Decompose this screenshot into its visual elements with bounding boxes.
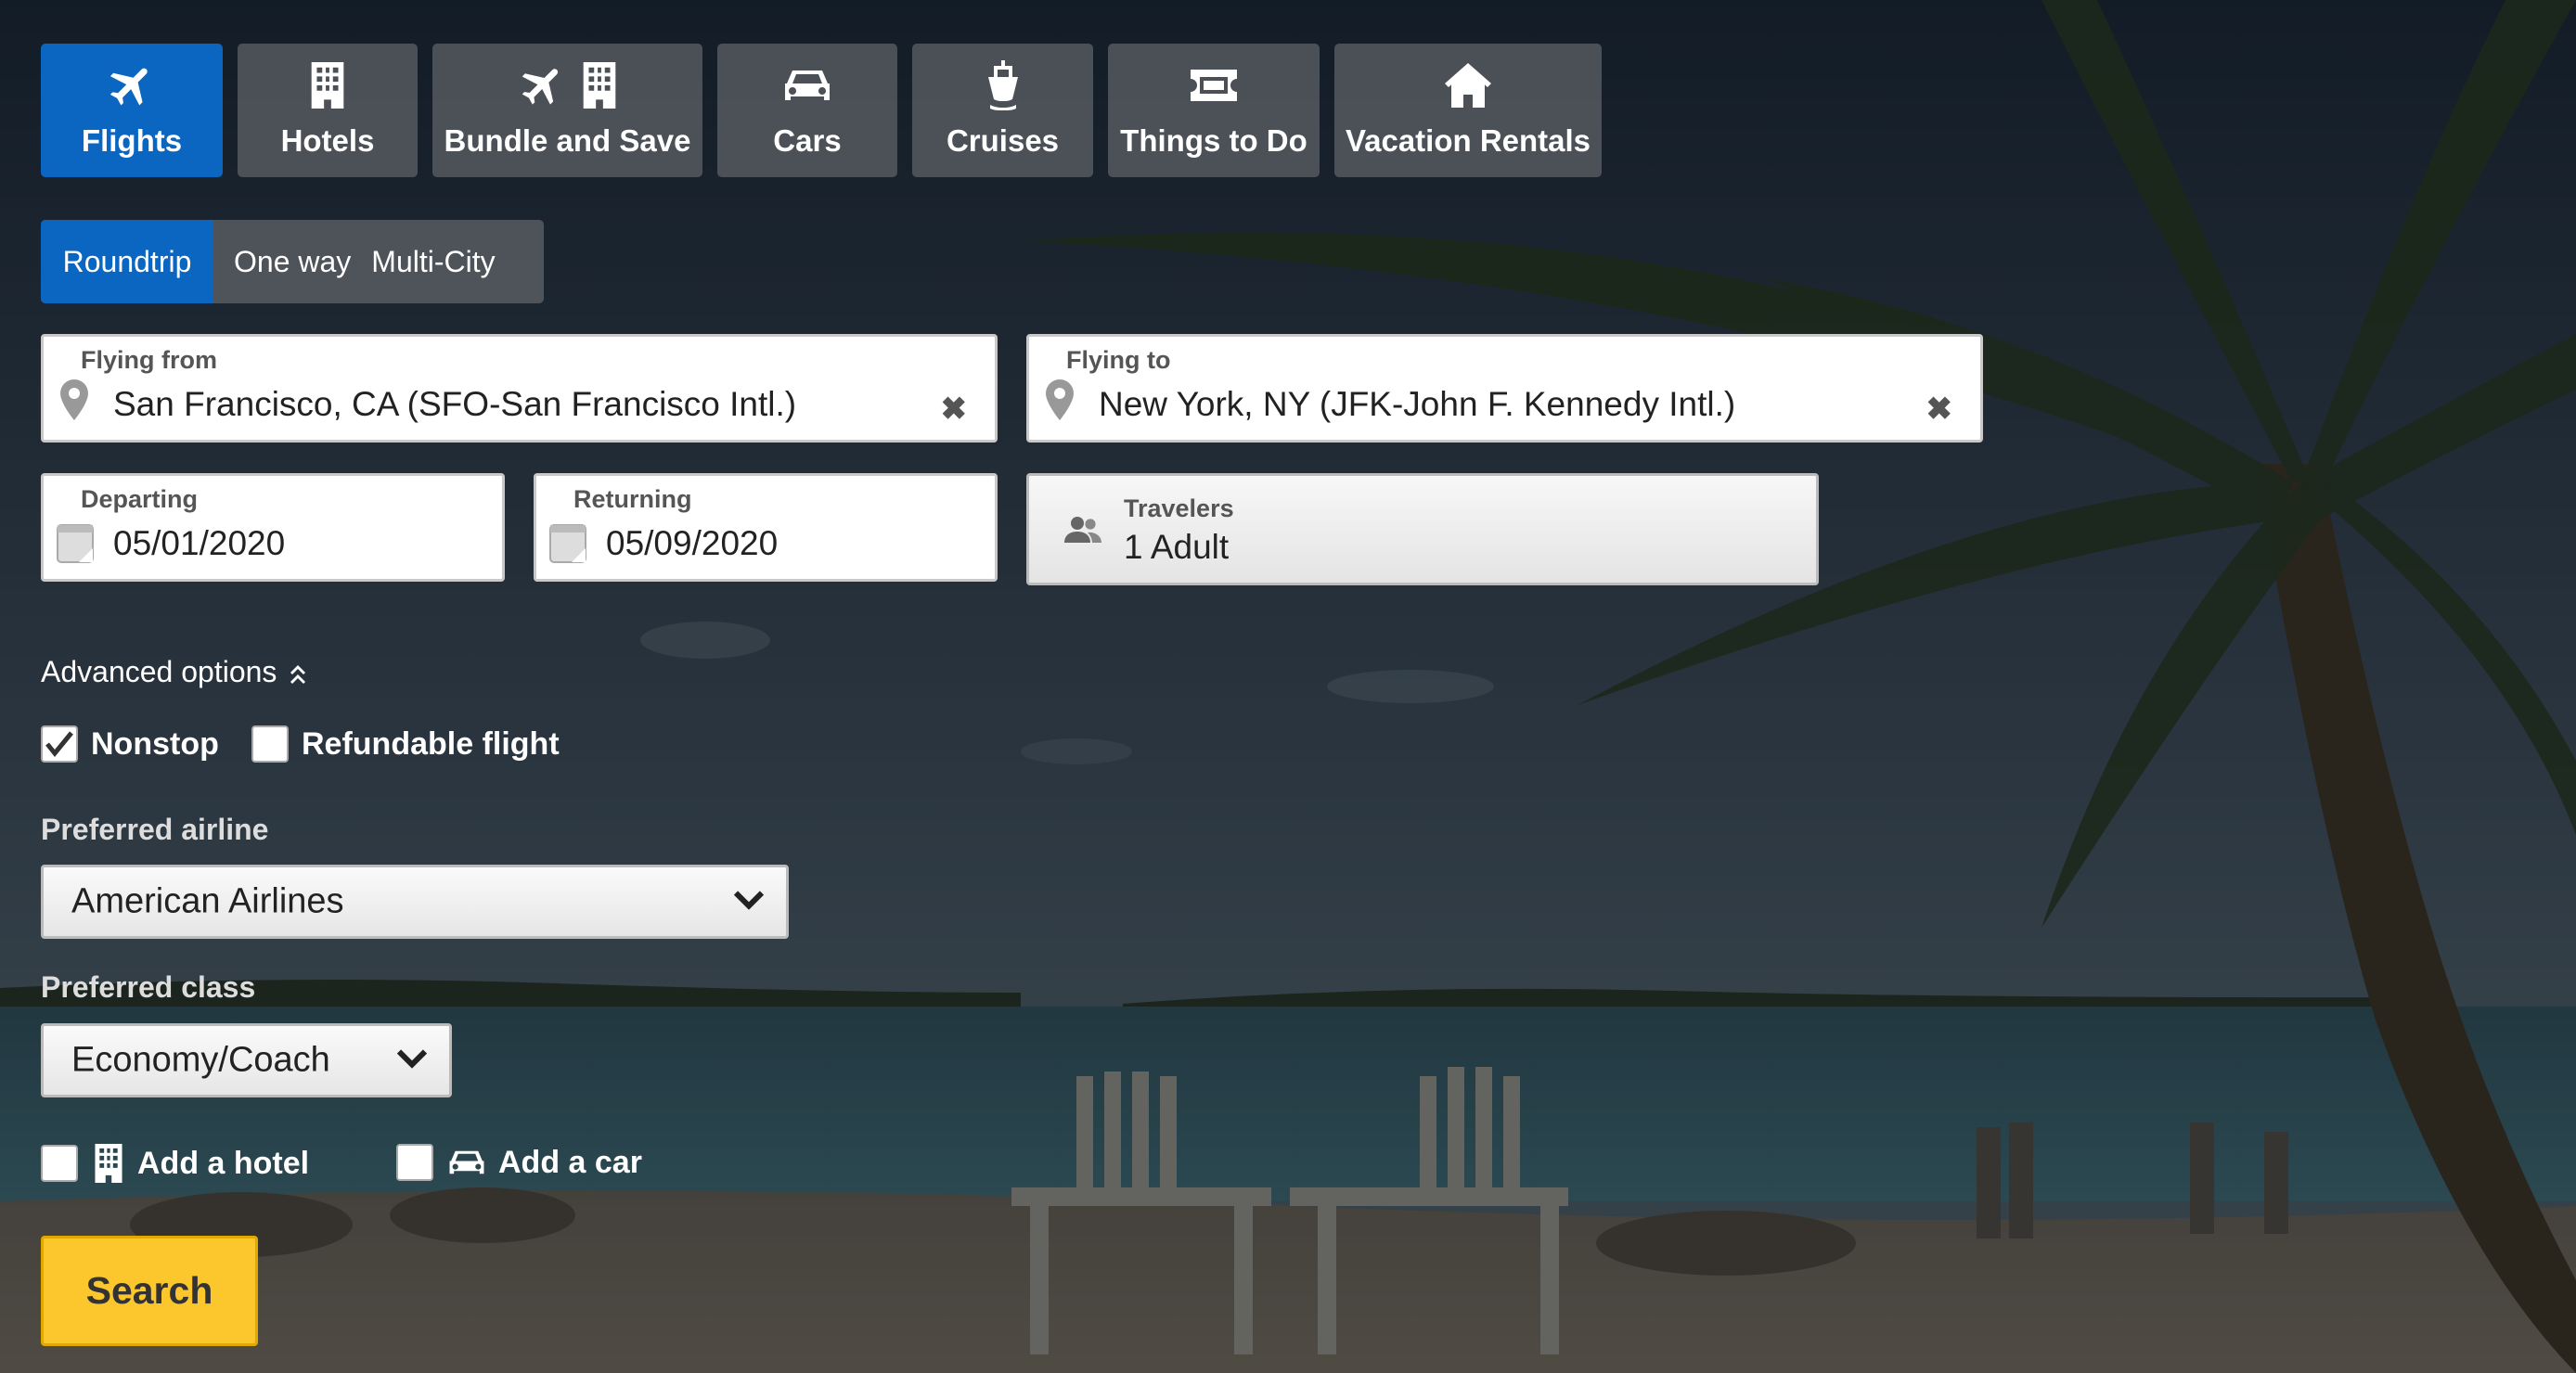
trip-type-one-way[interactable]: One way [213,220,371,303]
travelers-selector[interactable]: Travelers 1 Adult [1026,473,1819,585]
returning-label: Returning [573,485,692,513]
preferred-airline-label: Preferred airline [41,813,269,846]
tab-hotels[interactable]: Hotels [238,44,418,177]
travelers-icon [1064,515,1101,549]
tab-label: Flights [81,123,183,158]
preferred-class-select[interactable]: Economy/Coach [41,1023,452,1097]
preferred-airline-select[interactable]: American Airlines [41,865,789,939]
checkmark-icon [45,731,73,757]
car-icon [783,58,831,112]
add-car-label: Add a car [498,1144,642,1180]
preferred-class-value: Economy/Coach [71,1040,330,1080]
flying-to-label: Flying to [1066,346,1171,374]
map-pin-icon [60,379,88,425]
tab-label: Things to Do [1120,123,1307,158]
calendar-icon [549,524,586,568]
travelers-value: 1 Adult [1124,528,1230,566]
building-icon [93,1144,124,1183]
advanced-options-toggle[interactable]: Advanced options [41,655,306,691]
advanced-options-label: Advanced options [41,655,277,688]
building-icon [309,58,346,112]
checkbox-box[interactable] [251,725,289,763]
flying-from-input[interactable]: San Francisco, CA (SFO-San Francisco Int… [113,385,796,424]
checkbox-box[interactable] [41,1145,78,1182]
checkbox-box[interactable] [396,1144,433,1181]
trip-type-multi-city[interactable]: Multi-City [371,220,515,303]
product-tabs: Flights Hotels Bundle and Save Cars Crui… [41,44,1602,177]
chevron-double-up-icon [290,657,306,691]
plane-building-icon [518,58,618,112]
refundable-flight-checkbox[interactable]: Refundable flight [251,725,560,763]
travelers-label: Travelers [1124,494,1234,522]
flight-search-panel: Flights Hotels Bundle and Save Cars Crui… [0,0,2576,1373]
returning-date-input[interactable]: 05/09/2020 [606,524,778,563]
calendar-icon [57,524,94,568]
tab-label: Vacation Rentals [1345,123,1591,158]
nonstop-checkbox[interactable]: Nonstop [41,725,219,763]
refundable-flight-label: Refundable flight [302,725,560,762]
preferred-class-label: Preferred class [41,970,256,1004]
ship-icon [983,58,1024,112]
tab-bundle-and-save[interactable]: Bundle and Save [432,44,702,177]
ticket-icon [1191,58,1237,112]
tab-things-to-do[interactable]: Things to Do [1108,44,1320,177]
nonstop-label: Nonstop [91,725,219,762]
tab-flights[interactable]: Flights [41,44,223,177]
clear-flying-from-icon[interactable]: ✖ [941,391,968,428]
search-button[interactable]: Search [41,1236,258,1346]
flying-to-field[interactable]: Flying to New York, NY (JFK-John F. Kenn… [1026,334,1983,443]
flying-from-label: Flying from [81,346,217,374]
tab-label: Cars [773,123,842,158]
chevron-down-icon [396,1048,428,1073]
departing-date-field[interactable]: Departing 05/01/2020 [41,473,505,582]
add-hotel-checkbox[interactable]: Add a hotel [41,1144,309,1183]
car-icon [448,1148,485,1177]
trip-type-roundtrip[interactable]: Roundtrip [41,220,213,303]
tab-label: Hotels [280,123,375,158]
tab-label: Cruises [946,123,1060,158]
departing-label: Departing [81,485,199,513]
add-car-checkbox[interactable]: Add a car [396,1144,642,1181]
map-pin-icon [1046,379,1074,425]
flying-from-field[interactable]: Flying from San Francisco, CA (SFO-San F… [41,334,998,443]
checkbox-box[interactable] [41,725,78,763]
tab-cars[interactable]: Cars [717,44,897,177]
returning-date-field[interactable]: Returning 05/09/2020 [534,473,998,582]
tab-label: Bundle and Save [444,123,691,158]
house-icon [1445,58,1491,112]
chevron-down-icon [733,890,765,915]
flying-to-input[interactable]: New York, NY (JFK-John F. Kennedy Intl.) [1099,385,1735,424]
add-hotel-label: Add a hotel [137,1145,310,1181]
departing-date-input[interactable]: 05/01/2020 [113,524,285,563]
preferred-airline-value: American Airlines [71,881,344,921]
tab-vacation-rentals[interactable]: Vacation Rentals [1334,44,1602,177]
clear-flying-to-icon[interactable]: ✖ [1926,391,1953,428]
trip-type-selector: Roundtrip One way Multi-City [41,220,544,303]
tab-cruises[interactable]: Cruises [912,44,1093,177]
plane-icon [106,58,158,112]
